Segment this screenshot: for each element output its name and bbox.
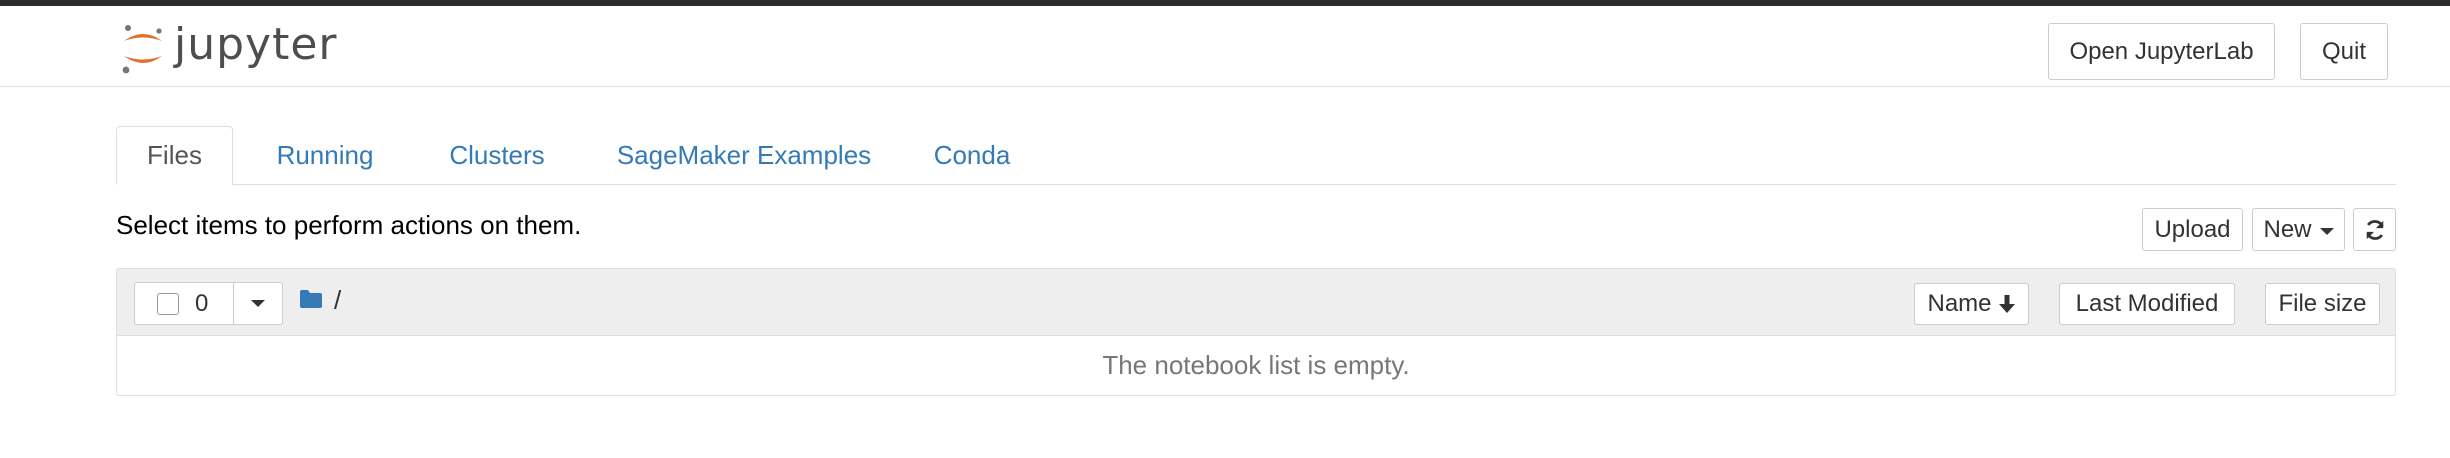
notebook-list-header: 0 / Name Last Modified File size xyxy=(117,269,2395,336)
empty-list-message: The notebook list is empty. xyxy=(1102,349,1410,380)
caret-down-icon xyxy=(251,300,265,307)
tab-running[interactable]: Running xyxy=(250,126,400,184)
quit-button[interactable]: Quit xyxy=(2300,23,2388,80)
tab-bar: Files Running Clusters SageMaker Example… xyxy=(116,126,2396,185)
sort-name-label: Name xyxy=(1927,290,1992,317)
upload-button[interactable]: Upload xyxy=(2142,208,2243,251)
tab-files[interactable]: Files xyxy=(116,126,233,185)
sort-by-last-modified-button[interactable]: Last Modified xyxy=(2059,283,2235,325)
jupyter-logo-icon xyxy=(122,25,162,74)
sort-by-file-size-button[interactable]: File size xyxy=(2265,283,2380,325)
jupyter-logo[interactable]: jupyter xyxy=(120,18,338,80)
sort-by-name-button[interactable]: Name xyxy=(1914,283,2029,325)
notebook-list: 0 / Name Last Modified File size The not… xyxy=(116,268,2396,396)
selected-count: 0 xyxy=(195,289,209,317)
select-all-checkbox[interactable] xyxy=(157,292,179,315)
tab-clusters[interactable]: Clusters xyxy=(416,126,578,184)
tab-sagemaker-examples[interactable]: SageMaker Examples xyxy=(588,126,900,184)
caret-down-icon xyxy=(2319,227,2334,235)
select-all-group: 0 xyxy=(134,282,283,325)
instructions-text: Select items to perform actions on them. xyxy=(116,210,582,240)
refresh-button[interactable] xyxy=(2353,208,2396,251)
tab-conda[interactable]: Conda xyxy=(908,126,1036,184)
select-all-toggle[interactable]: 0 xyxy=(135,283,234,324)
folder-icon[interactable] xyxy=(299,289,323,309)
open-jupyterlab-button[interactable]: Open JupyterLab xyxy=(2048,23,2275,80)
header: jupyter Open JupyterLab Quit xyxy=(0,6,2450,87)
breadcrumb-root[interactable]: / xyxy=(334,285,341,316)
new-dropdown-button[interactable]: New xyxy=(2252,208,2345,251)
logo-text: jupyter xyxy=(174,19,338,70)
arrow-down-icon xyxy=(1998,295,2015,313)
refresh-icon xyxy=(2365,219,2384,240)
new-label: New xyxy=(2263,215,2312,243)
select-dropdown-button[interactable] xyxy=(234,283,282,324)
